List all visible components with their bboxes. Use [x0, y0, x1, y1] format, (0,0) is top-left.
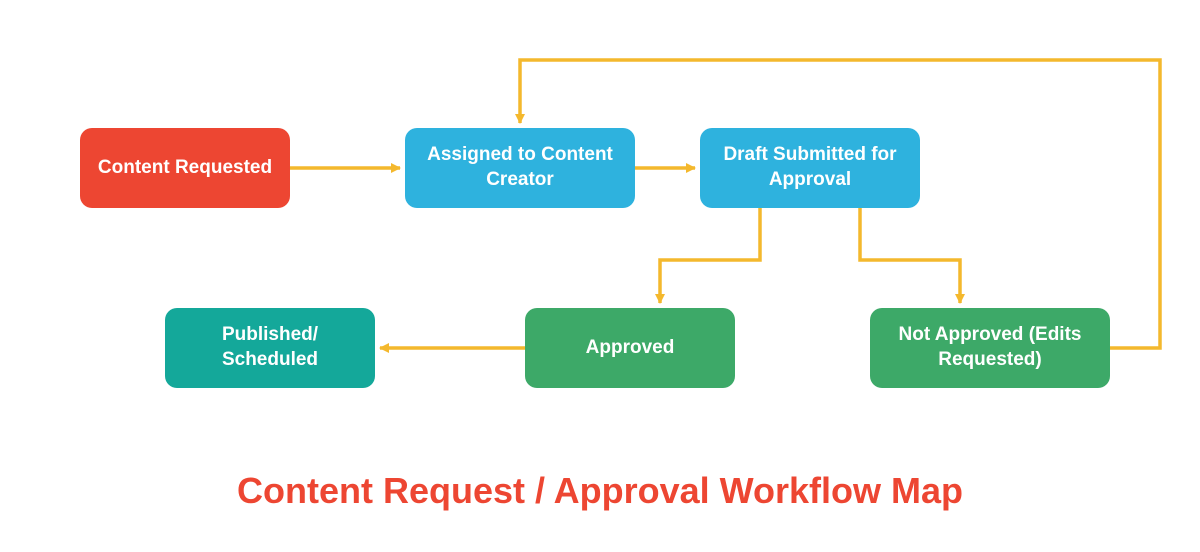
node-label: Content Requested	[98, 156, 272, 181]
arrow-draft-to-approved	[660, 208, 760, 303]
diagram-title: Content Request / Approval Workflow Map	[0, 470, 1200, 512]
node-draft-submitted: Draft Submitted for Approval	[700, 128, 920, 208]
node-not-approved: Not Approved (Edits Requested)	[870, 308, 1110, 388]
node-assigned: Assigned to Content Creator	[405, 128, 635, 208]
node-published: Published/ Scheduled	[165, 308, 375, 388]
node-label: Approved	[586, 336, 675, 361]
node-label: Not Approved (Edits Requested)	[886, 323, 1094, 372]
node-approved: Approved	[525, 308, 735, 388]
node-content-requested: Content Requested	[80, 128, 290, 208]
node-label: Draft Submitted for Approval	[716, 143, 904, 192]
arrow-draft-to-notapproved	[860, 208, 960, 303]
node-label: Published/ Scheduled	[181, 323, 359, 372]
node-label: Assigned to Content Creator	[421, 143, 619, 192]
